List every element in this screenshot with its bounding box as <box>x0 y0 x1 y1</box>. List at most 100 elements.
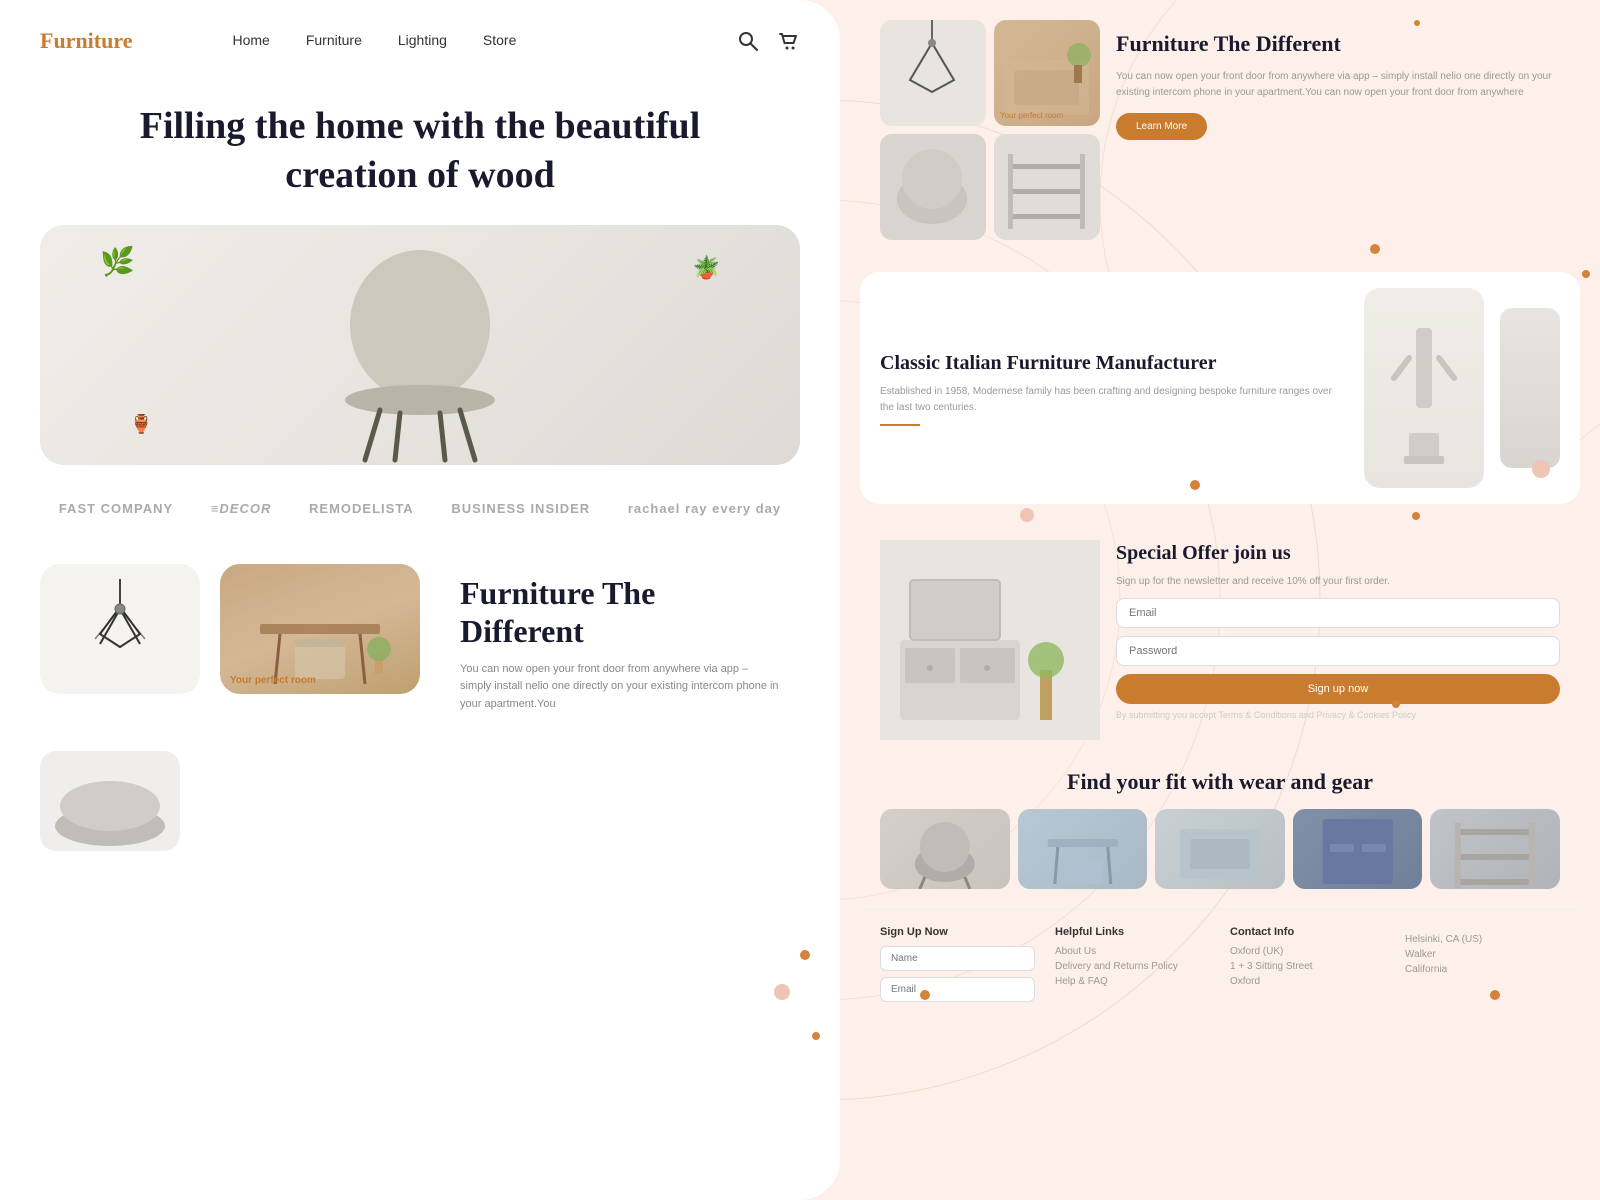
offer-room-svg <box>880 540 1100 740</box>
furniture-desc-left: You can now open your front door from an… <box>460 661 780 714</box>
email-input[interactable] <box>1116 598 1560 628</box>
signup-button[interactable]: Sign up now <box>1116 674 1560 704</box>
right-title-offer: Special Offer join us <box>1116 540 1560 566</box>
plant-right-decoration: 🪴 <box>693 255 720 281</box>
nav-home[interactable]: Home <box>232 32 269 48</box>
cart-icon[interactable] <box>776 29 800 53</box>
chair-find-svg <box>880 809 1010 889</box>
footer-email-input[interactable] <box>880 977 1035 1002</box>
table-chair-find-svg <box>1018 809 1148 889</box>
brand-rachaelray: rachael ray every day <box>628 501 781 516</box>
right-title-italian: Classic Italian Furniture Manufacturer <box>880 350 1348 376</box>
footer-contact-2: Helsinki, CA (US) Walker California <box>1405 926 1560 1008</box>
grid-img-label: Your perfect room <box>1000 111 1063 120</box>
lamp-grid-img <box>880 20 985 125</box>
footer-contact-city: Oxford (UK) <box>1230 946 1385 957</box>
hero-image-inner: 🌿 🪴 🏺 <box>40 225 800 465</box>
grey-card-sm <box>40 751 180 851</box>
bottom-section: Your perfect room Furniture The Differen… <box>0 548 840 740</box>
image-grid: Your perfect room <box>880 20 1100 240</box>
lamp-svg <box>80 579 160 679</box>
footer-signup: Sign Up Now <box>880 926 1035 1008</box>
footer-name-input[interactable] <box>880 946 1035 971</box>
room-card-label: Your perfect room <box>230 675 316 686</box>
find-images <box>880 809 1560 889</box>
dot-decoration <box>1490 990 1500 1000</box>
underline-decoration <box>880 424 920 426</box>
dot-decoration <box>812 1032 820 1040</box>
plant-left-decoration: 🌿 <box>100 245 135 279</box>
right-text-furniture: Furniture The Different You can now open… <box>1116 20 1560 150</box>
footer-links-title: Helpful Links <box>1055 926 1210 938</box>
navigation: Furniture Home Furniture Lighting Store <box>0 0 840 82</box>
footer-links: Helpful Links About Us Delivery and Retu… <box>1055 926 1210 1008</box>
footer-contact2-city: Helsinki, CA (US) <box>1405 934 1560 945</box>
brand-fastcompany: FAST COMPANY <box>59 501 173 516</box>
right-text-offer: Special Offer join us Sign up for the ne… <box>1116 540 1560 720</box>
vase-image <box>1364 288 1484 488</box>
find-image-5 <box>1430 809 1560 889</box>
right-text-italian: Classic Italian Furniture Manufacturer E… <box>880 350 1348 426</box>
dots-row <box>860 240 1580 256</box>
search-icon[interactable] <box>736 29 760 53</box>
dot-decoration <box>800 950 810 960</box>
footer-link-delivery[interactable]: Delivery and Returns Policy <box>1055 961 1210 972</box>
brand-remodelista: REMODELISTA <box>309 501 414 516</box>
find-image-3 <box>1155 809 1285 889</box>
bottom-cards <box>0 739 840 851</box>
dot-decoration <box>1020 508 1034 522</box>
nav-lighting[interactable]: Lighting <box>398 32 447 48</box>
grid-image-3 <box>880 134 986 240</box>
shelf-grid-img <box>994 134 1099 239</box>
dot-decoration <box>774 984 790 1000</box>
dot-decoration <box>1412 512 1420 520</box>
furniture-title-left: Furniture The Different <box>460 574 780 651</box>
footer-contact2-street: Walker <box>1405 949 1560 960</box>
dot-decoration <box>1190 480 1200 490</box>
offer-image <box>880 540 1100 740</box>
brand-businessinsider: BUSINESS INSIDER <box>451 501 590 516</box>
chair-illustration <box>320 245 520 465</box>
find-title: Find your fit with wear and gear <box>880 768 1560 797</box>
dot-decoration <box>1532 460 1550 478</box>
dot-decoration <box>1414 20 1420 26</box>
footer-link-help[interactable]: Help & FAQ <box>1055 976 1210 987</box>
grid-image-4 <box>994 134 1100 240</box>
right-desc-offer: Sign up for the newsletter and receive 1… <box>1116 574 1560 590</box>
find-image-1 <box>880 809 1010 889</box>
brands-row: FAST COMPANY ≡DECOR REMODELISTA BUSINESS… <box>0 473 840 544</box>
room-grid-img <box>994 20 1099 125</box>
footer-contact-street: 1 + 3 Sitting Street <box>1230 961 1385 972</box>
logo[interactable]: Furniture <box>40 28 132 54</box>
shelf2-find-svg <box>1430 809 1560 889</box>
right-desc-italian: Established in 1958, Modernese family ha… <box>880 384 1348 416</box>
learn-more-button[interactable]: Learn More <box>1116 113 1207 140</box>
wardrobe-find-svg <box>1293 809 1423 889</box>
password-input[interactable] <box>1116 636 1560 666</box>
page-wrapper: Furniture Home Furniture Lighting Store <box>0 0 1600 1200</box>
brand-decor: ≡DECOR <box>211 501 272 516</box>
right-title-furniture: Furniture The Different <box>1116 30 1560 59</box>
nav-icons <box>736 29 800 53</box>
grid-image-1 <box>880 20 986 126</box>
nav-store[interactable]: Store <box>483 32 516 48</box>
footer-contact: Contact Info Oxford (UK) 1 + 3 Sitting S… <box>1230 926 1385 1008</box>
hero-title: Filling the home with the beautiful crea… <box>0 82 840 225</box>
dot-decoration <box>1582 270 1590 278</box>
footer-contact2-region: California <box>1405 964 1560 975</box>
right-desc-furniture: You can now open your front door from an… <box>1116 69 1560 101</box>
find-image-4 <box>1293 809 1423 889</box>
dot-decoration <box>1370 244 1380 254</box>
footer-link-about[interactable]: About Us <box>1055 946 1210 957</box>
footer-contact-region: Oxford <box>1230 976 1385 987</box>
footer-section: Sign Up Now Helpful Links About Us Deliv… <box>860 909 1580 1024</box>
dot-decoration <box>1392 700 1400 708</box>
vase-svg <box>1384 308 1464 468</box>
right-section-italian: Classic Italian Furniture Manufacturer E… <box>860 272 1580 504</box>
offer-terms: By submitting you accept Terms & Conditi… <box>1116 710 1560 720</box>
extra-image <box>1500 308 1560 468</box>
nav-furniture[interactable]: Furniture <box>306 32 362 48</box>
vase-decoration: 🏺 <box>130 414 152 435</box>
grid-image-2: Your perfect room <box>994 20 1100 126</box>
hero-image-card: 🌿 🪴 🏺 <box>40 225 800 465</box>
